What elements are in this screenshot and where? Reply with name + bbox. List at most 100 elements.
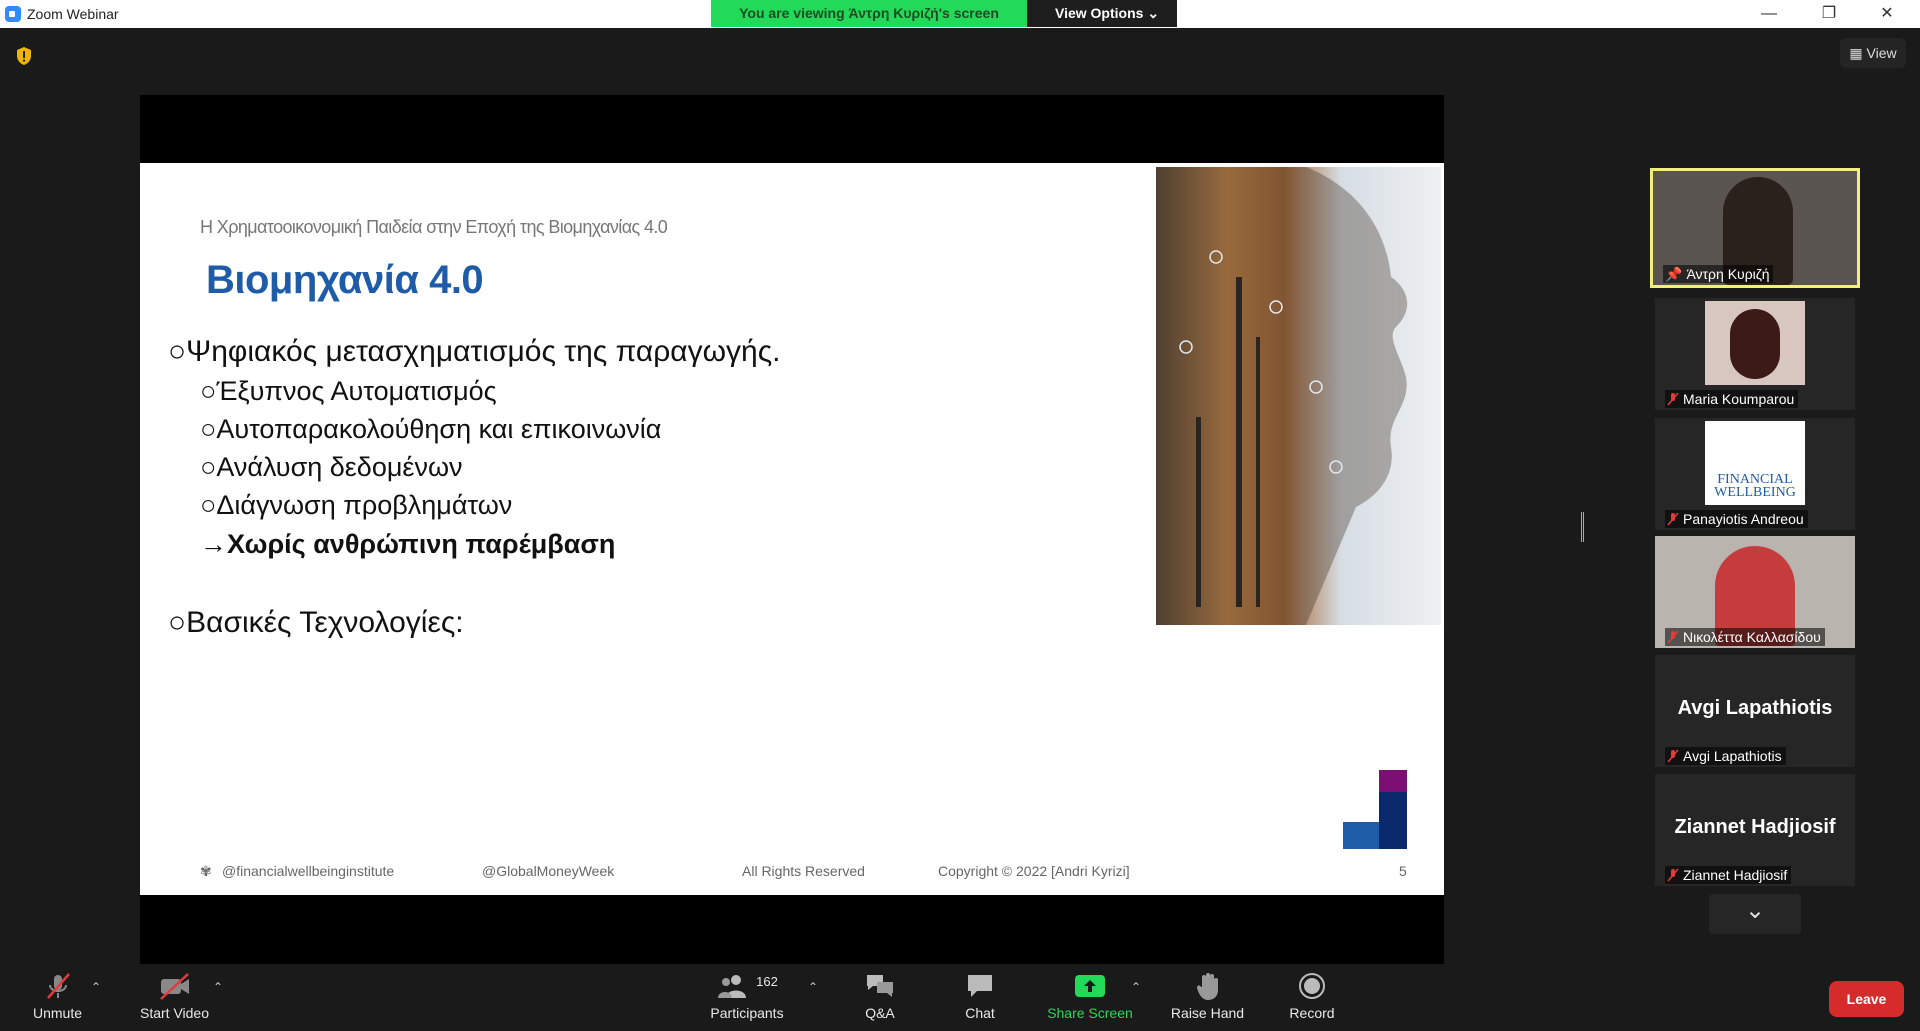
participants-icon: [718, 975, 747, 998]
panel-resize-handle[interactable]: [1581, 512, 1584, 542]
video-off-icon: [159, 973, 189, 1000]
participant-tile[interactable]: Ziannet Hadjiosif Ziannet Hadjiosif: [1655, 774, 1855, 886]
leave-button[interactable]: Leave: [1829, 981, 1904, 1017]
participant-name: Maria Koumparou: [1683, 391, 1795, 407]
raise-hand-button[interactable]: Raise Hand: [1165, 968, 1250, 1031]
industry-silhouette-image: [1156, 167, 1441, 625]
circle-bullet-icon: ○: [168, 606, 187, 639]
close-button[interactable]: ✕: [1864, 2, 1910, 26]
view-options-label: View Options: [1055, 5, 1144, 21]
presentation-slide: Η Χρηματοοικονομική Παιδεία στην Εποχή τ…: [140, 163, 1444, 895]
participant-tile[interactable]: Νικολέττα Καλλασίδου: [1655, 536, 1855, 648]
view-options-button[interactable]: View Options ⌄: [1027, 0, 1177, 27]
bullet-item: ○Βασικές Τεχνολογίες:: [168, 606, 464, 640]
sub-bullet-item: ○Διάγνωση προβλημάτων: [200, 490, 512, 521]
muted-mic-icon: [1667, 512, 1679, 526]
circle-bullet-icon: ○: [200, 376, 217, 406]
sub-bullet-item: ○Ανάλυση δεδομένων: [200, 452, 463, 483]
muted-mic-icon: [1667, 749, 1679, 763]
sub-bullet-text: Αυτοπαρακολούθηση και επικοινωνία: [216, 414, 662, 444]
footer-campaign: @GlobalMoneyWeek: [482, 863, 615, 879]
footer-instagram: @financialwellbeinginstitute: [222, 863, 395, 879]
start-video-button[interactable]: Start Video: [132, 968, 217, 1031]
participant-name: Νικολέττα Καλλασίδου: [1683, 629, 1821, 645]
participant-name: Avgi Lapathiotis: [1683, 748, 1782, 764]
participant-tile[interactable]: Maria Koumparou: [1655, 298, 1855, 410]
muted-mic-icon: [1667, 630, 1679, 644]
unmute-button[interactable]: Unmute: [20, 968, 95, 1031]
participant-thumbnail: FINANCIAL WELLBEING: [1705, 421, 1805, 505]
minimize-button[interactable]: —: [1746, 2, 1792, 26]
participants-button[interactable]: 162 Participants: [702, 968, 792, 1031]
participant-big-name: Avgi Lapathiotis: [1677, 697, 1833, 719]
security-shield-icon[interactable]: [15, 46, 33, 66]
chat-icon: [968, 975, 992, 997]
qa-label: Q&A: [865, 1005, 895, 1021]
participant-name-bar: Νικολέττα Καλλασίδου: [1665, 628, 1825, 646]
bullet-item: ○Ψηφιακός μετασχηματισμός της παραγωγής.: [168, 335, 781, 369]
meeting-toolbar: Unmute ⌃ Start Video ⌃ 162 Participants …: [0, 968, 1920, 1031]
participants-label: Participants: [710, 1005, 784, 1021]
participants-count: 162: [756, 973, 778, 989]
arrow-item: →Χωρίς ανθρώπινη παρέμβαση: [200, 529, 616, 559]
title-bar: Zoom Webinar You are viewing Άντρη Κυριζ…: [0, 0, 1920, 28]
footer-page-number: 5: [1399, 863, 1407, 879]
view-label: View: [1866, 45, 1897, 61]
slide-subtitle: Η Χρηματοοικονομική Παιδεία στην Εποχή τ…: [200, 217, 668, 237]
participant-name-bar: Avgi Lapathiotis: [1665, 747, 1786, 765]
sub-bullet-item: ○Έξυπνος Αυτοματισμός: [200, 376, 497, 407]
gallery-next-page-button[interactable]: ⌄: [1709, 894, 1801, 934]
zoom-logo-icon: [5, 6, 21, 22]
participant-name-bar: 📌 Άντρη Κυριζή: [1663, 265, 1774, 283]
bullet-text: Ψηφιακός μετασχηματισμός της παραγωγής.: [186, 335, 781, 368]
chat-label: Chat: [965, 1005, 995, 1021]
share-options-caret-icon[interactable]: ⌃: [1131, 980, 1141, 994]
footer-rights: All Rights Reserved: [742, 863, 865, 879]
unmute-label: Unmute: [32, 1005, 83, 1021]
participant-name-bar: Maria Koumparou: [1665, 390, 1799, 408]
participant-name-bar: Ziannet Hadjiosif: [1665, 866, 1792, 884]
view-layout-button[interactable]: ▦ View: [1840, 38, 1906, 68]
start-video-label: Start Video: [139, 1005, 209, 1021]
muted-mic-icon: [1667, 392, 1679, 406]
sub-bullet-text: Έξυπνος Αυτοματισμός: [216, 376, 497, 406]
share-screen-label: Share Screen: [1047, 1005, 1133, 1021]
qa-button[interactable]: Q&A: [855, 968, 905, 1031]
record-label: Record: [1289, 1005, 1335, 1021]
circle-bullet-icon: ○: [168, 335, 187, 368]
restore-button[interactable]: ❐: [1806, 2, 1852, 26]
participant-tile[interactable]: 📌 Άντρη Κυριζή: [1650, 168, 1860, 288]
participant-name: Panayiotis Andreou: [1683, 511, 1804, 527]
viewing-message: You are viewing Άντρη Κυριζή's screen: [711, 0, 1027, 27]
window-title: Zoom Webinar: [27, 6, 119, 22]
grid-icon: ▦: [1849, 45, 1867, 61]
participant-big-name: Ziannet Hadjiosif: [1674, 816, 1836, 838]
muted-mic-icon: [46, 973, 70, 999]
participant-name: Άντρη Κυριζή: [1686, 266, 1770, 282]
participant-name-bar: Panayiotis Andreou: [1665, 510, 1808, 528]
shared-screen: Η Χρηματοοικονομική Παιδεία στην Εποχή τ…: [140, 95, 1444, 964]
footer-copyright: Copyright © 2022 [Andri Kyrizi]: [938, 863, 1130, 879]
share-screen-icon: [1075, 975, 1105, 997]
chat-button[interactable]: Chat: [955, 968, 1005, 1031]
muted-mic-icon: [1667, 868, 1679, 882]
slide-heading: Βιομηχανία 4.0: [206, 258, 484, 302]
sub-bullet-item: ○Αυτοπαρακολούθηση και επικοινωνία: [200, 414, 661, 445]
bullet-text: Βασικές Τεχνολογίες:: [186, 606, 464, 639]
raise-hand-label: Raise Hand: [1170, 1005, 1245, 1021]
pin-icon: 📌: [1665, 266, 1683, 282]
meeting-area: ▦ View Η Χρηματοοικονομική Παιδεία στην …: [0, 28, 1920, 968]
participant-tile[interactable]: Avgi Lapathiotis Avgi Lapathiotis: [1655, 655, 1855, 767]
participants-options-caret-icon[interactable]: ⌃: [808, 980, 818, 994]
participant-tile[interactable]: FINANCIAL WELLBEING Panayiotis Andreou: [1655, 418, 1855, 530]
qa-icon: [867, 975, 893, 997]
raise-hand-icon: [1196, 973, 1218, 1000]
share-screen-button[interactable]: Share Screen: [1040, 968, 1140, 1031]
participant-name: Ziannet Hadjiosif: [1683, 867, 1788, 883]
video-options-caret-icon[interactable]: ⌃: [213, 980, 223, 994]
footer-logo-icon: ✾: [200, 863, 212, 879]
audio-options-caret-icon[interactable]: ⌃: [91, 980, 101, 994]
record-button[interactable]: Record: [1287, 968, 1337, 1031]
circle-bullet-icon: ○: [200, 414, 217, 444]
sub-bullet-text: Ανάλυση δεδομένων: [216, 452, 463, 482]
